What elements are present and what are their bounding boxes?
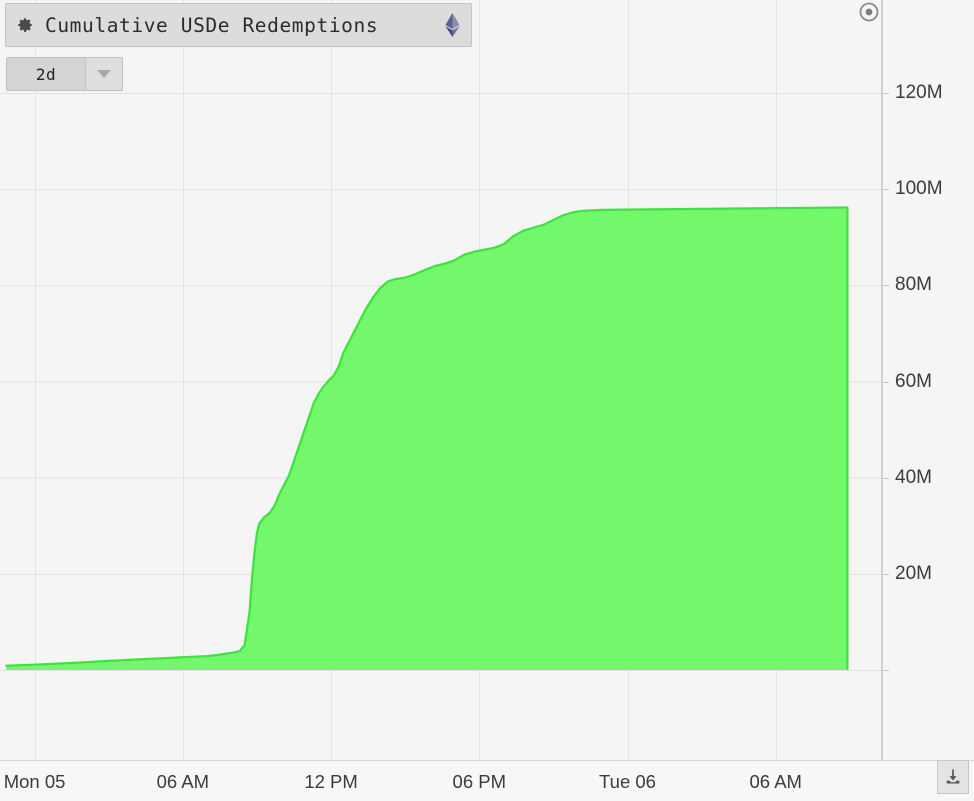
widget-title-bar[interactable]: Cumulative USDe Redemptions xyxy=(5,3,472,47)
plot-area[interactable] xyxy=(0,0,882,760)
y-tick-mark xyxy=(882,93,889,94)
record-target-icon[interactable] xyxy=(857,0,881,24)
y-tick-label: 40M xyxy=(895,466,932,488)
ethereum-diamond-icon xyxy=(444,13,461,37)
y-tick-mark xyxy=(882,285,889,287)
y-tick-mark xyxy=(882,670,889,671)
y-tick-mark xyxy=(882,477,889,479)
y-tick-mark xyxy=(882,189,889,191)
y-tick-label: 20M xyxy=(895,562,932,584)
y-tick-mark xyxy=(882,381,889,383)
y-axis-line xyxy=(882,0,883,760)
x-tick-label: 12 PM xyxy=(304,771,358,792)
x-axis: Mon 05 06 AM 12 PM 06 PM Tue 06 06 AM xyxy=(0,760,974,801)
x-tick-label: 06 AM xyxy=(749,771,802,792)
gear-icon[interactable] xyxy=(16,16,34,34)
time-range-selector[interactable]: 2d xyxy=(6,57,123,91)
cumulative-redemptions-area-series xyxy=(5,206,849,670)
x-tick-label: Mon 05 xyxy=(3,771,66,792)
chevron-down-icon[interactable] xyxy=(85,58,122,90)
x-tick-label: Tue 06 xyxy=(599,771,656,792)
y-tick-label: 80M xyxy=(895,274,932,296)
y-tick-mark xyxy=(882,573,889,575)
x-tick-label: 06 AM xyxy=(156,771,210,792)
y-tick-label: 120M xyxy=(895,82,943,103)
x-tick-label: 06 PM xyxy=(452,771,507,792)
y-axis: 20M 40M 60M 80M 100M 120M xyxy=(882,0,974,760)
download-icon xyxy=(946,769,960,784)
download-button[interactable] xyxy=(937,760,969,794)
time-range-value[interactable]: 2d xyxy=(7,58,85,90)
y-tick-label: 100M xyxy=(895,178,943,200)
widget-title: Cumulative USDe Redemptions xyxy=(45,13,379,37)
chart-widget: Cumulative USDe Redemptions 2d 20M 40M 60M… xyxy=(0,0,974,801)
y-tick-label: 60M xyxy=(895,370,932,392)
